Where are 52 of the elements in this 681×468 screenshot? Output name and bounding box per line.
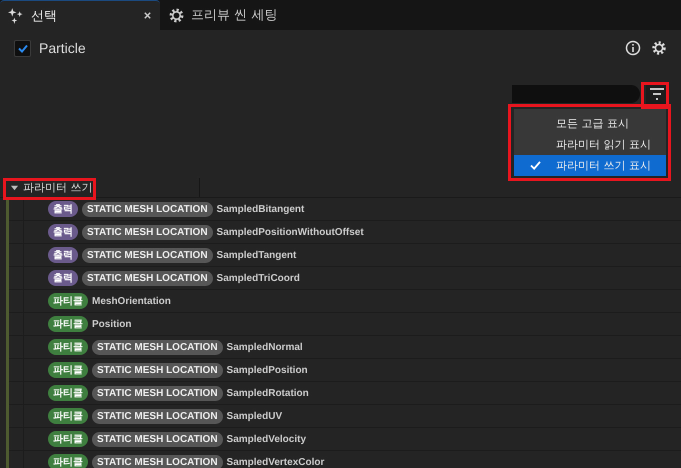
close-icon[interactable] <box>143 11 152 20</box>
scope-tag: 파티클 <box>48 385 88 401</box>
tab[interactable]: 프리뷰 씬 세팅 <box>160 0 286 30</box>
type-tag: STATIC MESH LOCATION <box>92 362 223 378</box>
filter-icon <box>649 88 665 100</box>
scope-tag: 출력 <box>48 201 78 217</box>
gear-icon <box>168 6 185 24</box>
parameter-name[interactable]: Position <box>92 318 132 330</box>
settings-icon[interactable] <box>651 40 667 56</box>
type-tag: STATIC MESH LOCATION <box>82 202 213 216</box>
info-icon[interactable] <box>625 40 641 56</box>
scope-tag: 파티클 <box>48 339 88 355</box>
search-field[interactable] <box>512 85 640 103</box>
parameter-name[interactable]: MeshOrientation <box>92 296 171 306</box>
menu-item[interactable]: 모든 고급 표시 <box>514 113 666 134</box>
caret-icon <box>10 183 19 192</box>
parameter-name[interactable]: SampledVelocity <box>226 434 306 444</box>
type-tag: STATIC MESH LOCATION <box>92 408 223 424</box>
type-tag: STATIC MESH LOCATION <box>82 224 213 240</box>
scope-tag: 출력 <box>48 270 78 286</box>
type-tag: STATIC MESH LOCATION <box>82 270 213 286</box>
type-tag: STATIC MESH LOCATION <box>92 432 223 446</box>
scope-tag: 출력 <box>48 247 78 263</box>
parameter-name[interactable]: SampledBitangent <box>216 204 304 214</box>
emitter-title: Particle <box>39 40 86 56</box>
scope-tag: 파티클 <box>48 293 88 309</box>
scope-tag: 파티클 <box>48 316 88 332</box>
parameter-name[interactable]: SampledPosition <box>226 364 308 376</box>
parameter-name[interactable]: SampledPositionWithoutOffset <box>216 226 364 238</box>
type-tag: STATIC MESH LOCATION <box>92 454 223 468</box>
sparkle-icon <box>8 7 25 24</box>
scope-tag: 출력 <box>48 224 78 240</box>
menu-item[interactable]: 파라미터 쓰기 표시 <box>514 155 666 176</box>
type-tag: STATIC MESH LOCATION <box>92 386 223 400</box>
check-icon <box>16 42 28 54</box>
parameter-name[interactable]: SampledRotation <box>226 388 309 398</box>
menu-item[interactable]: 파라미터 읽기 표시 <box>514 134 666 155</box>
parameter-name[interactable]: SampledUV <box>226 410 282 422</box>
parameter-name[interactable]: SampledTangent <box>216 250 296 260</box>
parameter-name[interactable]: SampledTriCoord <box>216 272 300 284</box>
tab[interactable]: 선택 <box>0 0 160 30</box>
scope-tag: 파티클 <box>48 431 88 447</box>
scope-tag: 파티클 <box>48 408 88 424</box>
scope-tag: 파티클 <box>48 362 88 378</box>
parameter-name[interactable]: SampledNormal <box>226 342 303 352</box>
check-icon <box>530 161 540 170</box>
section-header[interactable]: 파라미터 쓰기 <box>0 178 200 197</box>
parameter-name[interactable]: SampledVertexColor <box>226 456 324 468</box>
scope-tag: 파티클 <box>48 454 88 468</box>
type-tag: STATIC MESH LOCATION <box>82 248 213 262</box>
checkbox[interactable] <box>14 40 31 56</box>
type-tag: STATIC MESH LOCATION <box>92 340 223 354</box>
